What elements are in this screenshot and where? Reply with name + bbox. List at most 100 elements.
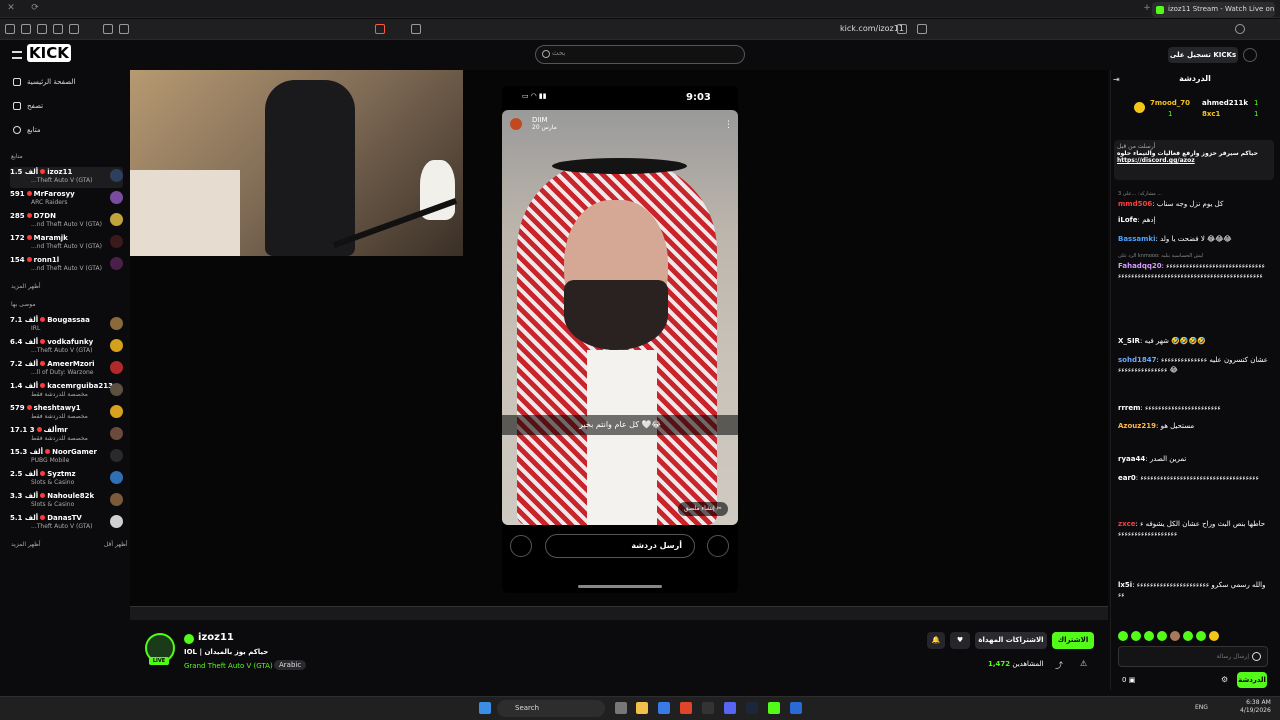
history-icon[interactable] bbox=[119, 24, 129, 34]
chat-username[interactable]: rrrem bbox=[1118, 404, 1140, 412]
stream-category[interactable]: Grand Theft Auto V (GTA) bbox=[184, 662, 273, 670]
chat-message[interactable]: ear0: ءءءءءءءءءءءءءءءءءءءءءءءءءءءءءءءءءء… bbox=[1118, 473, 1268, 513]
extensions-icon[interactable] bbox=[37, 24, 47, 34]
taskbar-search[interactable]: Search bbox=[497, 700, 605, 717]
channel-item[interactable]: 285 D7DN ...nd Theft Auto V (GTA) bbox=[10, 211, 123, 232]
channel-item[interactable]: 172 Maramjk ...nd Theft Auto V (GTA) bbox=[10, 233, 123, 254]
login-button[interactable]: تسجيل على KICKs bbox=[1168, 47, 1238, 63]
address-bar[interactable]: kick.com/izoz11 bbox=[840, 23, 904, 35]
chat-username[interactable]: zxce bbox=[1118, 520, 1136, 528]
menu-icon[interactable] bbox=[5, 24, 15, 34]
chat-message[interactable]: مشاركه: ...على 3 ... mmd506: كل يوم نزل و… bbox=[1118, 189, 1268, 209]
sidebar-item-browse[interactable]: تصفح bbox=[13, 100, 43, 112]
discord-icon[interactable] bbox=[724, 702, 736, 714]
channel-item[interactable]: 6.4 ألف vodkafunky ...Theft Auto V (GTA) bbox=[10, 337, 123, 358]
emote-icon[interactable] bbox=[1144, 631, 1154, 641]
music-icon[interactable] bbox=[69, 24, 79, 34]
show-less-link[interactable]: أظهر أقل bbox=[104, 541, 128, 548]
gifter-name[interactable]: ahmed211k bbox=[1202, 99, 1248, 107]
chat-username[interactable]: Azouz219 bbox=[1118, 422, 1156, 430]
refresh-icon[interactable] bbox=[1235, 24, 1245, 34]
close-window-icon[interactable]: ✕ bbox=[6, 3, 16, 13]
chat-message[interactable]: Bassamki: لا فضحت يا ولد 😂😂😂 bbox=[1118, 234, 1268, 244]
channel-item[interactable]: 1.5 ألف izoz11 ...Theft Auto V (GTA) bbox=[10, 167, 123, 188]
language-indicator[interactable]: ENG bbox=[1195, 704, 1208, 711]
story-menu-icon[interactable]: ⋮ bbox=[724, 120, 733, 130]
chat-settings-icon[interactable]: ⚙ bbox=[1221, 675, 1228, 684]
emote-icon[interactable] bbox=[1209, 631, 1219, 641]
task-view-icon[interactable] bbox=[615, 702, 627, 714]
chat-message[interactable]: X_SIR: شهر فيه 🤣🤣🤣🤣 bbox=[1118, 336, 1268, 346]
channel-item[interactable]: 7.2 ألف AmeerMzori ...ll of Duty: Warzone bbox=[10, 359, 123, 380]
chat-message[interactable]: lx5i: والله رسمي سكرو ءءءءءءءءءءءءءءءءءء… bbox=[1118, 580, 1268, 622]
app-icon[interactable] bbox=[790, 702, 802, 714]
search-input[interactable]: بحث bbox=[535, 45, 745, 64]
reload-icon[interactable]: ⟳ bbox=[30, 3, 40, 13]
channel-item[interactable]: 5.1 ألف DanasTV ...Theft Auto V (GTA) bbox=[10, 513, 123, 534]
notifications-icon[interactable]: 🔔 bbox=[927, 632, 945, 649]
bookmark-icon[interactable] bbox=[917, 24, 927, 34]
tab-izoz11[interactable]: izoz11 Stream - Watch Live on K bbox=[1152, 2, 1275, 17]
chat-input[interactable]: إرسال رسالة bbox=[1118, 646, 1268, 667]
chat-message[interactable]: ryaa44: تمرين الصدر bbox=[1118, 454, 1268, 464]
camera-icon[interactable] bbox=[707, 535, 729, 557]
chat-username[interactable]: mmd506 bbox=[1118, 200, 1152, 208]
chat-message[interactable]: zxce: حاطها بنص البث وراح عشان الكل يشوف… bbox=[1118, 519, 1268, 574]
channel-item[interactable]: 154 ronn1l ...nd Theft Auto V (GTA) bbox=[10, 255, 123, 276]
chat-message[interactable]: sohd1847: عشان كتسرون عليه ءءءءءءءءءءءءء… bbox=[1118, 355, 1268, 395]
language-tag[interactable]: Arabic bbox=[274, 660, 307, 670]
subscribe-button[interactable]: الاشتراك bbox=[1052, 632, 1094, 649]
chat-username[interactable]: iLofe bbox=[1118, 216, 1137, 224]
chat-message[interactable]: الرد على knmooo: ليش الحساسية بتلبه Fahad… bbox=[1118, 251, 1268, 331]
chat-username[interactable]: X_SIR bbox=[1118, 337, 1140, 345]
capcut-icon[interactable] bbox=[702, 702, 714, 714]
emote-icon[interactable] bbox=[1170, 631, 1180, 641]
steam-icon[interactable] bbox=[746, 702, 758, 714]
settings-icon[interactable] bbox=[1243, 48, 1257, 62]
shield-icon[interactable] bbox=[21, 24, 31, 34]
emote-icon[interactable] bbox=[1183, 631, 1193, 641]
chat-username[interactable]: lx5i bbox=[1118, 581, 1132, 589]
store-icon[interactable] bbox=[658, 702, 670, 714]
kick-app-icon[interactable] bbox=[768, 702, 780, 714]
show-more-link[interactable]: أظهر المزيد bbox=[11, 283, 41, 290]
chat-username[interactable]: sohd1847 bbox=[1118, 356, 1156, 364]
hamburger-icon[interactable] bbox=[12, 51, 22, 59]
emote-icon[interactable] bbox=[1157, 631, 1167, 641]
share-icon[interactable] bbox=[411, 24, 421, 34]
windows-start-icon[interactable] bbox=[479, 702, 491, 714]
gifter-name[interactable]: 8xc1 bbox=[1202, 110, 1220, 118]
emote-icon[interactable] bbox=[1118, 631, 1128, 641]
emote-icon[interactable] bbox=[1131, 631, 1141, 641]
share-icon[interactable]: ⤴ bbox=[1055, 660, 1063, 671]
channel-item[interactable]: 17.1 ألف3mr مخصصة للدردشة فقط bbox=[10, 425, 123, 446]
report-icon[interactable]: ⚠ bbox=[1080, 659, 1087, 668]
gift-subs-button[interactable]: الاشتراكات المهداة bbox=[975, 632, 1047, 649]
chat-username[interactable]: ear0 bbox=[1118, 474, 1136, 482]
create-sticker-button[interactable]: إنشاء ملصق ✂ bbox=[678, 502, 728, 516]
sidebar-item-following[interactable]: متابع bbox=[13, 124, 41, 136]
emote-icon[interactable] bbox=[1196, 631, 1206, 641]
brave-shield-icon[interactable] bbox=[375, 24, 385, 34]
pinned-message[interactable]: أرسلت من قبل حياكم سيرفر حزوز وارفع فعال… bbox=[1114, 140, 1274, 180]
kick-logo[interactable]: KICK bbox=[27, 43, 82, 64]
chat-message[interactable]: Azouz219: مستحيل هو bbox=[1118, 421, 1268, 431]
new-tab-icon[interactable]: + bbox=[1142, 3, 1152, 13]
channel-item[interactable]: 2.5 ألف Syztmz Slots & Casino bbox=[10, 469, 123, 490]
chat-send-button[interactable]: الدردشة bbox=[1237, 672, 1267, 688]
panel-icon[interactable] bbox=[103, 24, 113, 34]
translate-icon[interactable] bbox=[897, 24, 907, 34]
chat-username[interactable]: Bassamki bbox=[1118, 235, 1155, 243]
grid-icon[interactable] bbox=[53, 24, 63, 34]
channel-item[interactable]: 15.3 ألف NoorGamer PUBG Mobile bbox=[10, 447, 123, 468]
follow-heart-icon[interactable]: ♥ bbox=[950, 632, 970, 649]
channel-item[interactable]: 591 MrFarosyy ARC Raiders bbox=[10, 189, 123, 210]
brave-icon[interactable] bbox=[680, 702, 692, 714]
emoji-picker-icon[interactable] bbox=[1252, 652, 1261, 661]
chat-username[interactable]: ryaa44 bbox=[1118, 455, 1145, 463]
sidebar-item-home[interactable]: الصفحة الرئيسية bbox=[13, 76, 75, 88]
chat-message[interactable]: iLofe: إدهم bbox=[1118, 215, 1268, 225]
channel-item[interactable]: 7.1 ألف Bougassaa IRL bbox=[10, 315, 123, 336]
system-clock[interactable]: 6:38 AM 4/19/2026 bbox=[1240, 699, 1271, 715]
file-explorer-icon[interactable] bbox=[636, 702, 648, 714]
